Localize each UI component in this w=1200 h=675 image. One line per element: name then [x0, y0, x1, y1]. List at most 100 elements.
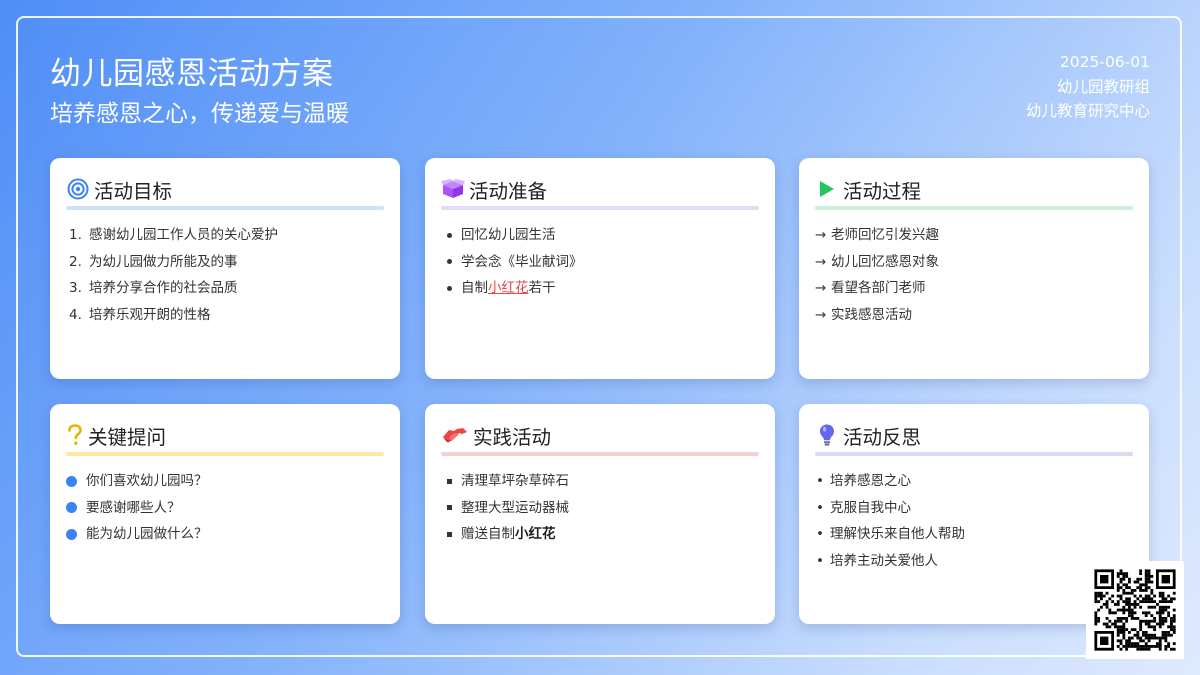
card-question-header: 关键提问	[66, 422, 167, 449]
card-prep-header: 活动准备	[441, 176, 548, 203]
list-text: 为幼儿园做力所能及的事	[89, 253, 238, 270]
bullet-marker	[441, 275, 461, 302]
square-marker	[441, 521, 461, 548]
list-text: 培养分享合作的社会品质	[89, 280, 238, 297]
card-goal-header: 活动目标	[66, 176, 173, 203]
list-item: 清理草坪杂草碎石	[441, 468, 759, 495]
handshake-icon	[441, 423, 469, 447]
reflect-list: • 培养感恩之心 • 克服自我中心 • 理解快乐来自他人帮助 • 培养主动关爱他人	[815, 468, 1133, 574]
arrow-marker: →	[815, 280, 827, 297]
dot-marker	[66, 521, 86, 548]
list-text: 看望各部门老师	[831, 280, 926, 297]
square-marker	[441, 495, 461, 522]
page-title: 幼儿园感恩活动方案	[50, 56, 334, 92]
list-marker: 1.	[69, 227, 82, 243]
list-item: → 幼儿回忆感恩对象	[815, 249, 1133, 276]
list-text: 培养乐观开朗的性格	[89, 306, 211, 323]
card-question-divider	[66, 452, 384, 456]
target-icon	[66, 177, 90, 201]
card-process: 活动过程 → 老师回忆引发兴趣 → 幼儿回忆感恩对象 → 看望各部门老师 → 实践感恩活…	[799, 158, 1149, 379]
list-item: → 实践感恩活动	[815, 302, 1133, 329]
card-prep-divider	[441, 206, 759, 210]
list-text: 你们喜欢幼儿园吗？	[86, 473, 208, 489]
question-icon	[66, 423, 84, 447]
card-reflect-title: 活动反思	[843, 425, 922, 449]
dot-marker	[66, 468, 86, 495]
card-process-divider	[815, 206, 1133, 210]
list-item: → 看望各部门老师	[815, 275, 1133, 302]
list-item: 3. 培养分享合作的社会品质	[66, 275, 384, 302]
list-item: 赠送自制 小红花	[441, 521, 759, 548]
card-practice: 实践活动 清理草坪杂草碎石 整理大型运动器械 赠送自制 小红花	[425, 404, 775, 624]
card-practice-divider	[441, 452, 759, 456]
date-label: 2025-06-01	[1059, 53, 1150, 71]
highlight-text: 小红花	[488, 280, 529, 297]
box-icon	[441, 177, 465, 201]
list-text: 感谢幼儿园工作人员的关心爱护	[89, 227, 278, 243]
list-text: 实践感恩活动	[831, 306, 912, 323]
list-text: 老师回忆引发兴趣	[831, 227, 939, 243]
prep-list: 回忆幼儿园生活 学会念《毕业献词》 自制 小红花 若干	[441, 222, 759, 302]
card-process-title: 活动过程	[843, 179, 922, 203]
card-goal-divider	[66, 206, 384, 210]
card-reflect-divider	[815, 452, 1133, 456]
list-item: • 理解快乐来自他人帮助	[815, 521, 1133, 548]
list-item: 自制 小红花 若干	[441, 275, 759, 302]
list-text: 自制	[461, 280, 488, 297]
list-text: 幼儿回忆感恩对象	[831, 253, 939, 270]
arrow-marker: →	[815, 306, 827, 323]
list-text: 能为幼儿园做什么？	[86, 526, 208, 543]
card-practice-title: 实践活动	[473, 425, 552, 449]
card-prep: 活动准备 回忆幼儿园生活 学会念《毕业献词》 自制 小红花 若干	[425, 158, 775, 379]
list-text: 回忆幼儿园生活	[461, 227, 556, 243]
bold-text: 小红花	[515, 526, 556, 543]
bullet-marker: •	[816, 552, 824, 569]
list-marker: 2.	[69, 253, 82, 270]
list-text: 整理大型运动器械	[461, 499, 569, 516]
list-text: 理解快乐来自他人帮助	[830, 526, 965, 543]
bullet-marker	[441, 222, 461, 249]
list-item: 能为幼儿园做什么？	[66, 521, 384, 548]
card-prep-title: 活动准备	[469, 179, 548, 203]
bullet-marker: •	[816, 499, 824, 516]
list-item: 4. 培养乐观开朗的性格	[66, 302, 384, 329]
square-marker	[441, 468, 461, 495]
lightbulb-icon	[815, 423, 839, 447]
card-reflect-header: 活动反思	[815, 422, 922, 449]
list-text: 清理草坪杂草碎石	[461, 473, 569, 489]
list-text: 若干	[528, 280, 556, 297]
dot-marker	[66, 495, 86, 522]
org-label: 幼儿园教研组	[1056, 77, 1150, 96]
list-text: 赠送自制	[461, 526, 515, 543]
list-marker: 4.	[69, 306, 82, 323]
list-item: • 培养感恩之心	[815, 468, 1133, 495]
bullet-marker	[441, 249, 461, 276]
qr-code-icon	[1086, 561, 1184, 659]
card-question-title: 关键提问	[88, 425, 167, 449]
card-process-header: 活动过程	[815, 176, 922, 203]
question-list: 你们喜欢幼儿园吗？ 要感谢哪些人？ 能为幼儿园做什么？	[66, 468, 384, 548]
list-text: 要感谢哪些人？	[86, 499, 181, 516]
practice-list: 清理草坪杂草碎石 整理大型运动器械 赠送自制 小红花	[441, 468, 759, 548]
card-goal-title: 活动目标	[94, 179, 173, 203]
goal-list: 1. 感谢幼儿园工作人员的关心爱护 2. 为幼儿园做力所能及的事 3. 培养分享合作的…	[66, 222, 384, 328]
page-subtitle: 培养感恩之心，传递爱与温暖	[50, 101, 349, 127]
list-item: 2. 为幼儿园做力所能及的事	[66, 249, 384, 276]
play-icon	[815, 177, 839, 201]
bullet-marker: •	[816, 473, 824, 489]
list-text: 培养感恩之心	[830, 473, 911, 489]
list-item: 回忆幼儿园生活	[441, 222, 759, 249]
list-item: 1. 感谢幼儿园工作人员的关心爱护	[66, 222, 384, 249]
list-item: 你们喜欢幼儿园吗？	[66, 468, 384, 495]
header-meta: 2025-06-01 幼儿园教研组 幼儿教育研究中心	[1026, 50, 1150, 124]
list-item: 整理大型运动器械	[441, 495, 759, 522]
card-goal: 活动目标 1. 感谢幼儿园工作人员的关心爱护 2. 为幼儿园做力所能及的事 3. 培养…	[50, 158, 400, 379]
card-practice-header: 实践活动	[441, 422, 552, 449]
arrow-marker: →	[815, 253, 827, 270]
arrow-marker: →	[815, 227, 827, 243]
bullet-marker: •	[816, 526, 824, 543]
list-marker: 3.	[69, 280, 82, 297]
list-item: → 老师回忆引发兴趣	[815, 222, 1133, 249]
list-item: 学会念《毕业献词》	[441, 249, 759, 276]
org-label-2: 幼儿教育研究中心	[1025, 102, 1150, 120]
